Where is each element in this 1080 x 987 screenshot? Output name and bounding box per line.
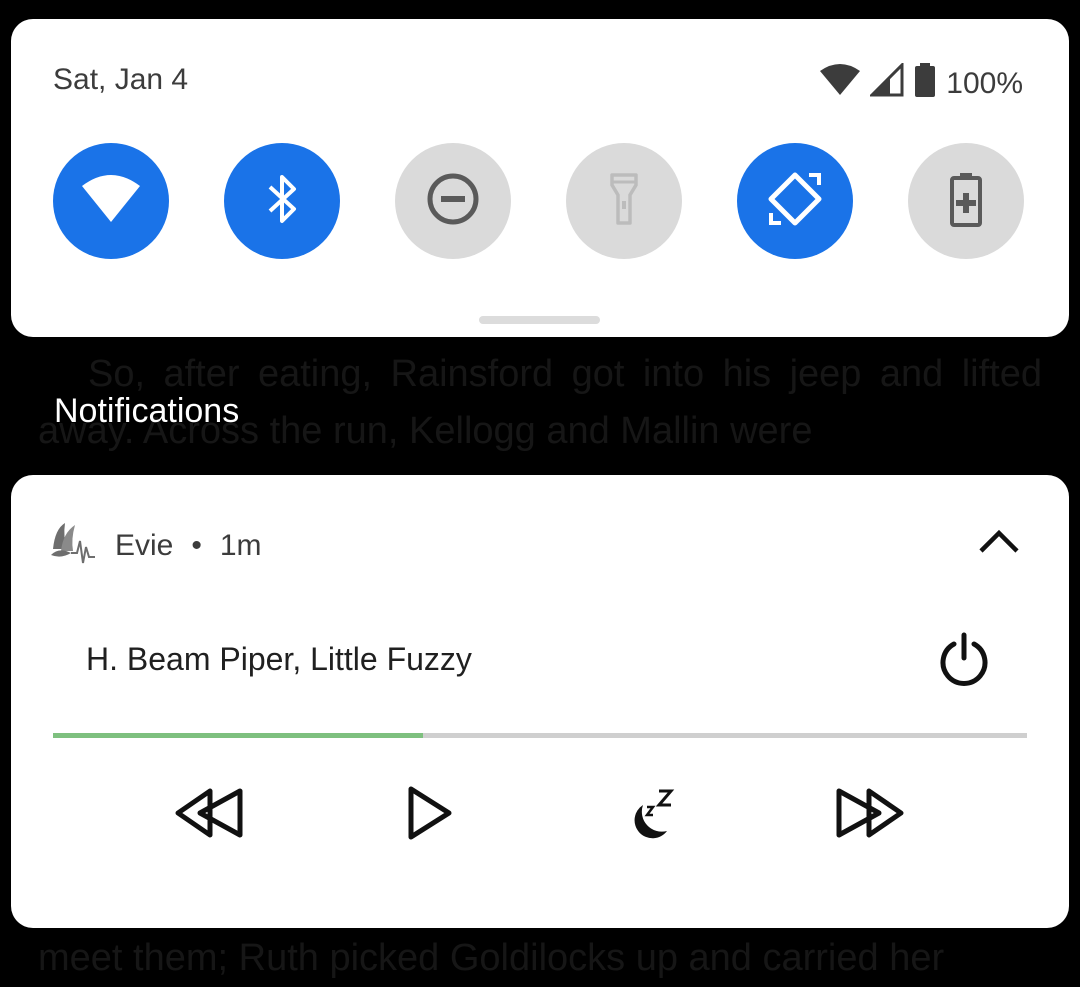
notification-app-row: Evie • 1m	[49, 519, 262, 573]
app-name: Evie	[115, 529, 174, 562]
playback-progress-bar[interactable]	[53, 733, 1027, 738]
bluetooth-tile[interactable]	[224, 143, 340, 259]
playback-progress-fill	[53, 733, 424, 738]
sleep-timer-button[interactable]	[609, 775, 689, 855]
do-not-disturb-tile[interactable]	[395, 143, 511, 259]
status-icons: 100%	[820, 61, 1023, 105]
evie-app-icon	[49, 519, 97, 573]
rewind-button[interactable]	[170, 775, 250, 855]
bluetooth-icon	[264, 171, 300, 232]
background-bottom-line: meet them; Ruth picked Goldilocks up and…	[38, 937, 945, 979]
play-icon	[405, 785, 455, 846]
rewind-icon	[174, 787, 246, 844]
status-date: Sat, Jan 4	[53, 63, 189, 96]
quick-settings-tiles	[53, 143, 1024, 259]
media-controls	[11, 775, 1069, 855]
collapse-button[interactable]	[975, 519, 1023, 567]
auto-rotate-tile[interactable]	[737, 143, 853, 259]
do-not-disturb-icon	[425, 171, 481, 232]
play-button[interactable]	[390, 775, 470, 855]
wifi-signal-icon	[820, 63, 861, 105]
wifi-icon	[80, 174, 142, 229]
sleep-timer-icon	[619, 783, 679, 848]
fast-forward-icon	[833, 787, 905, 844]
notifications-header: Notifications	[54, 392, 240, 430]
expand-handle[interactable]	[479, 316, 600, 324]
chevron-up-icon	[977, 527, 1021, 560]
power-icon	[939, 632, 989, 691]
notification-time: 1m	[219, 529, 262, 562]
battery-saver-icon	[949, 171, 983, 232]
battery-saver-tile[interactable]	[908, 143, 1024, 259]
power-button[interactable]	[939, 632, 989, 691]
cell-signal-icon	[868, 61, 904, 105]
flashlight-tile[interactable]	[566, 143, 682, 259]
wifi-tile[interactable]	[53, 143, 169, 259]
quick-settings-panel: Sat, Jan 4 100%	[11, 19, 1069, 337]
fast-forward-button[interactable]	[829, 775, 909, 855]
battery-icon	[914, 63, 936, 105]
flashlight-icon	[609, 171, 639, 232]
header-separator: •	[191, 529, 202, 562]
media-title: H. Beam Piper, Little Fuzzy	[86, 641, 472, 677]
media-notification-card[interactable]: Evie • 1m H. Beam Piper, Little Fuzzy	[11, 475, 1069, 928]
auto-rotate-icon	[765, 169, 825, 234]
battery-percent: 100%	[946, 67, 1023, 100]
